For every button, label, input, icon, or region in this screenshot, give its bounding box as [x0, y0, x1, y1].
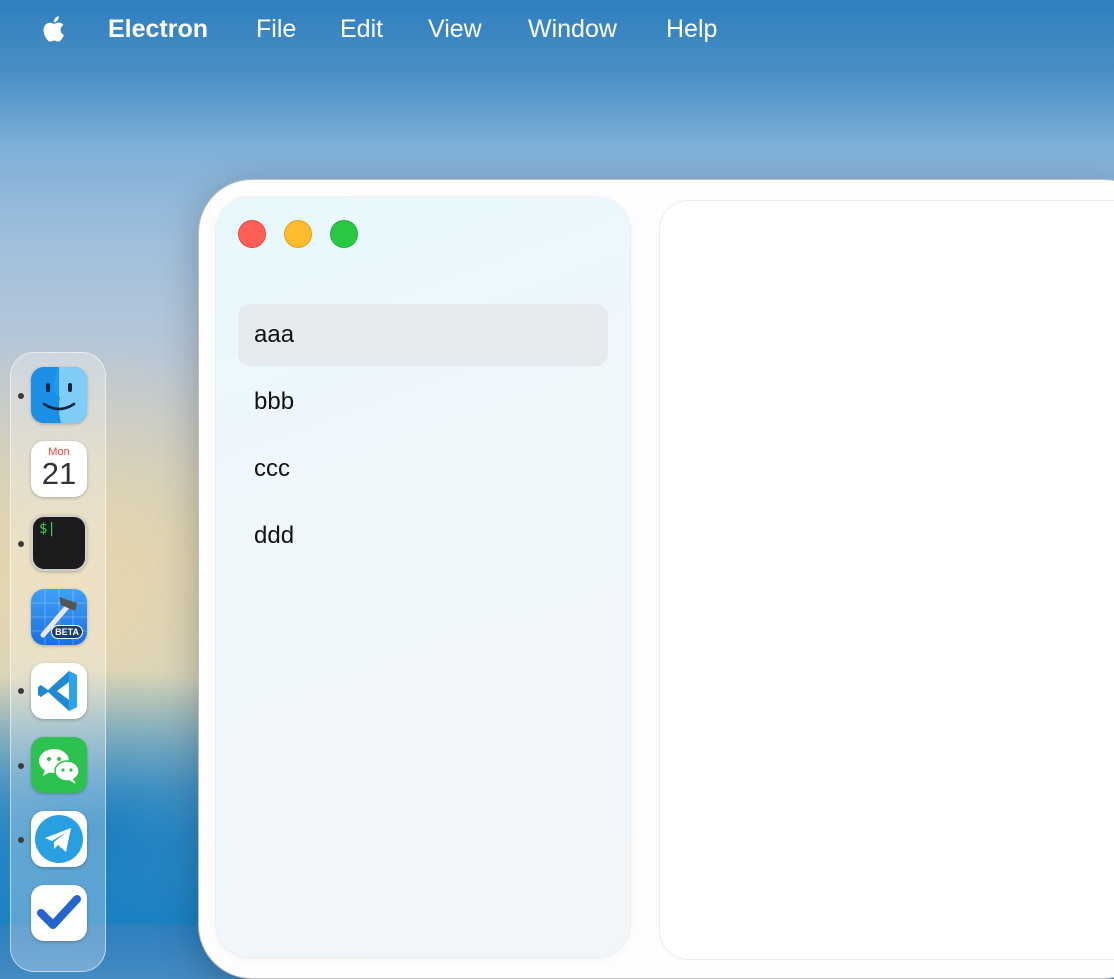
menu-app-name[interactable]: Electron [108, 14, 208, 44]
menu-bar: Electron File Edit View Window Help [0, 0, 1114, 58]
wechat-icon[interactable] [31, 737, 87, 793]
menu-file[interactable]: File [256, 14, 296, 44]
vscode-icon[interactable] [31, 663, 87, 719]
menu-view[interactable]: View [428, 14, 482, 44]
window-close-button[interactable] [238, 220, 266, 248]
content-pane [659, 200, 1114, 960]
window-maximize-button[interactable] [330, 220, 358, 248]
menu-help[interactable]: Help [666, 14, 717, 44]
calendar-icon[interactable]: Mon 21 [31, 441, 87, 497]
finder-icon[interactable] [31, 367, 87, 423]
menu-edit[interactable]: Edit [340, 14, 383, 44]
telegram-icon[interactable] [31, 811, 87, 867]
terminal-running-indicator [18, 541, 24, 547]
sidebar-item-bbb[interactable]: bbb [238, 371, 608, 433]
beta-badge: BETA [51, 625, 83, 639]
sidebar-item-label: ddd [254, 522, 295, 549]
vscode-running-indicator [18, 688, 24, 694]
telegram-running-indicator [18, 837, 24, 843]
terminal-prompt: $| [39, 521, 56, 537]
calendar-date-label: 21 [41, 456, 77, 491]
xcode-beta-icon[interactable]: BETA [31, 589, 87, 645]
finder-running-indicator [18, 393, 24, 399]
sidebar-item-label: aaa [254, 321, 295, 348]
wechat-running-indicator [18, 763, 24, 769]
apple-logo-icon[interactable] [38, 12, 72, 46]
menu-window[interactable]: Window [528, 14, 617, 44]
sidebar-item-label: bbb [254, 388, 295, 415]
sidebar-item-aaa[interactable]: aaa [238, 304, 608, 366]
todo-icon[interactable] [31, 885, 87, 941]
sidebar-item-ddd[interactable]: ddd [238, 505, 608, 567]
window-minimize-button[interactable] [284, 220, 312, 248]
sidebar-item-ccc[interactable]: ccc [238, 438, 608, 500]
terminal-icon[interactable]: $| [31, 515, 87, 571]
sidebar-item-label: ccc [254, 455, 290, 482]
